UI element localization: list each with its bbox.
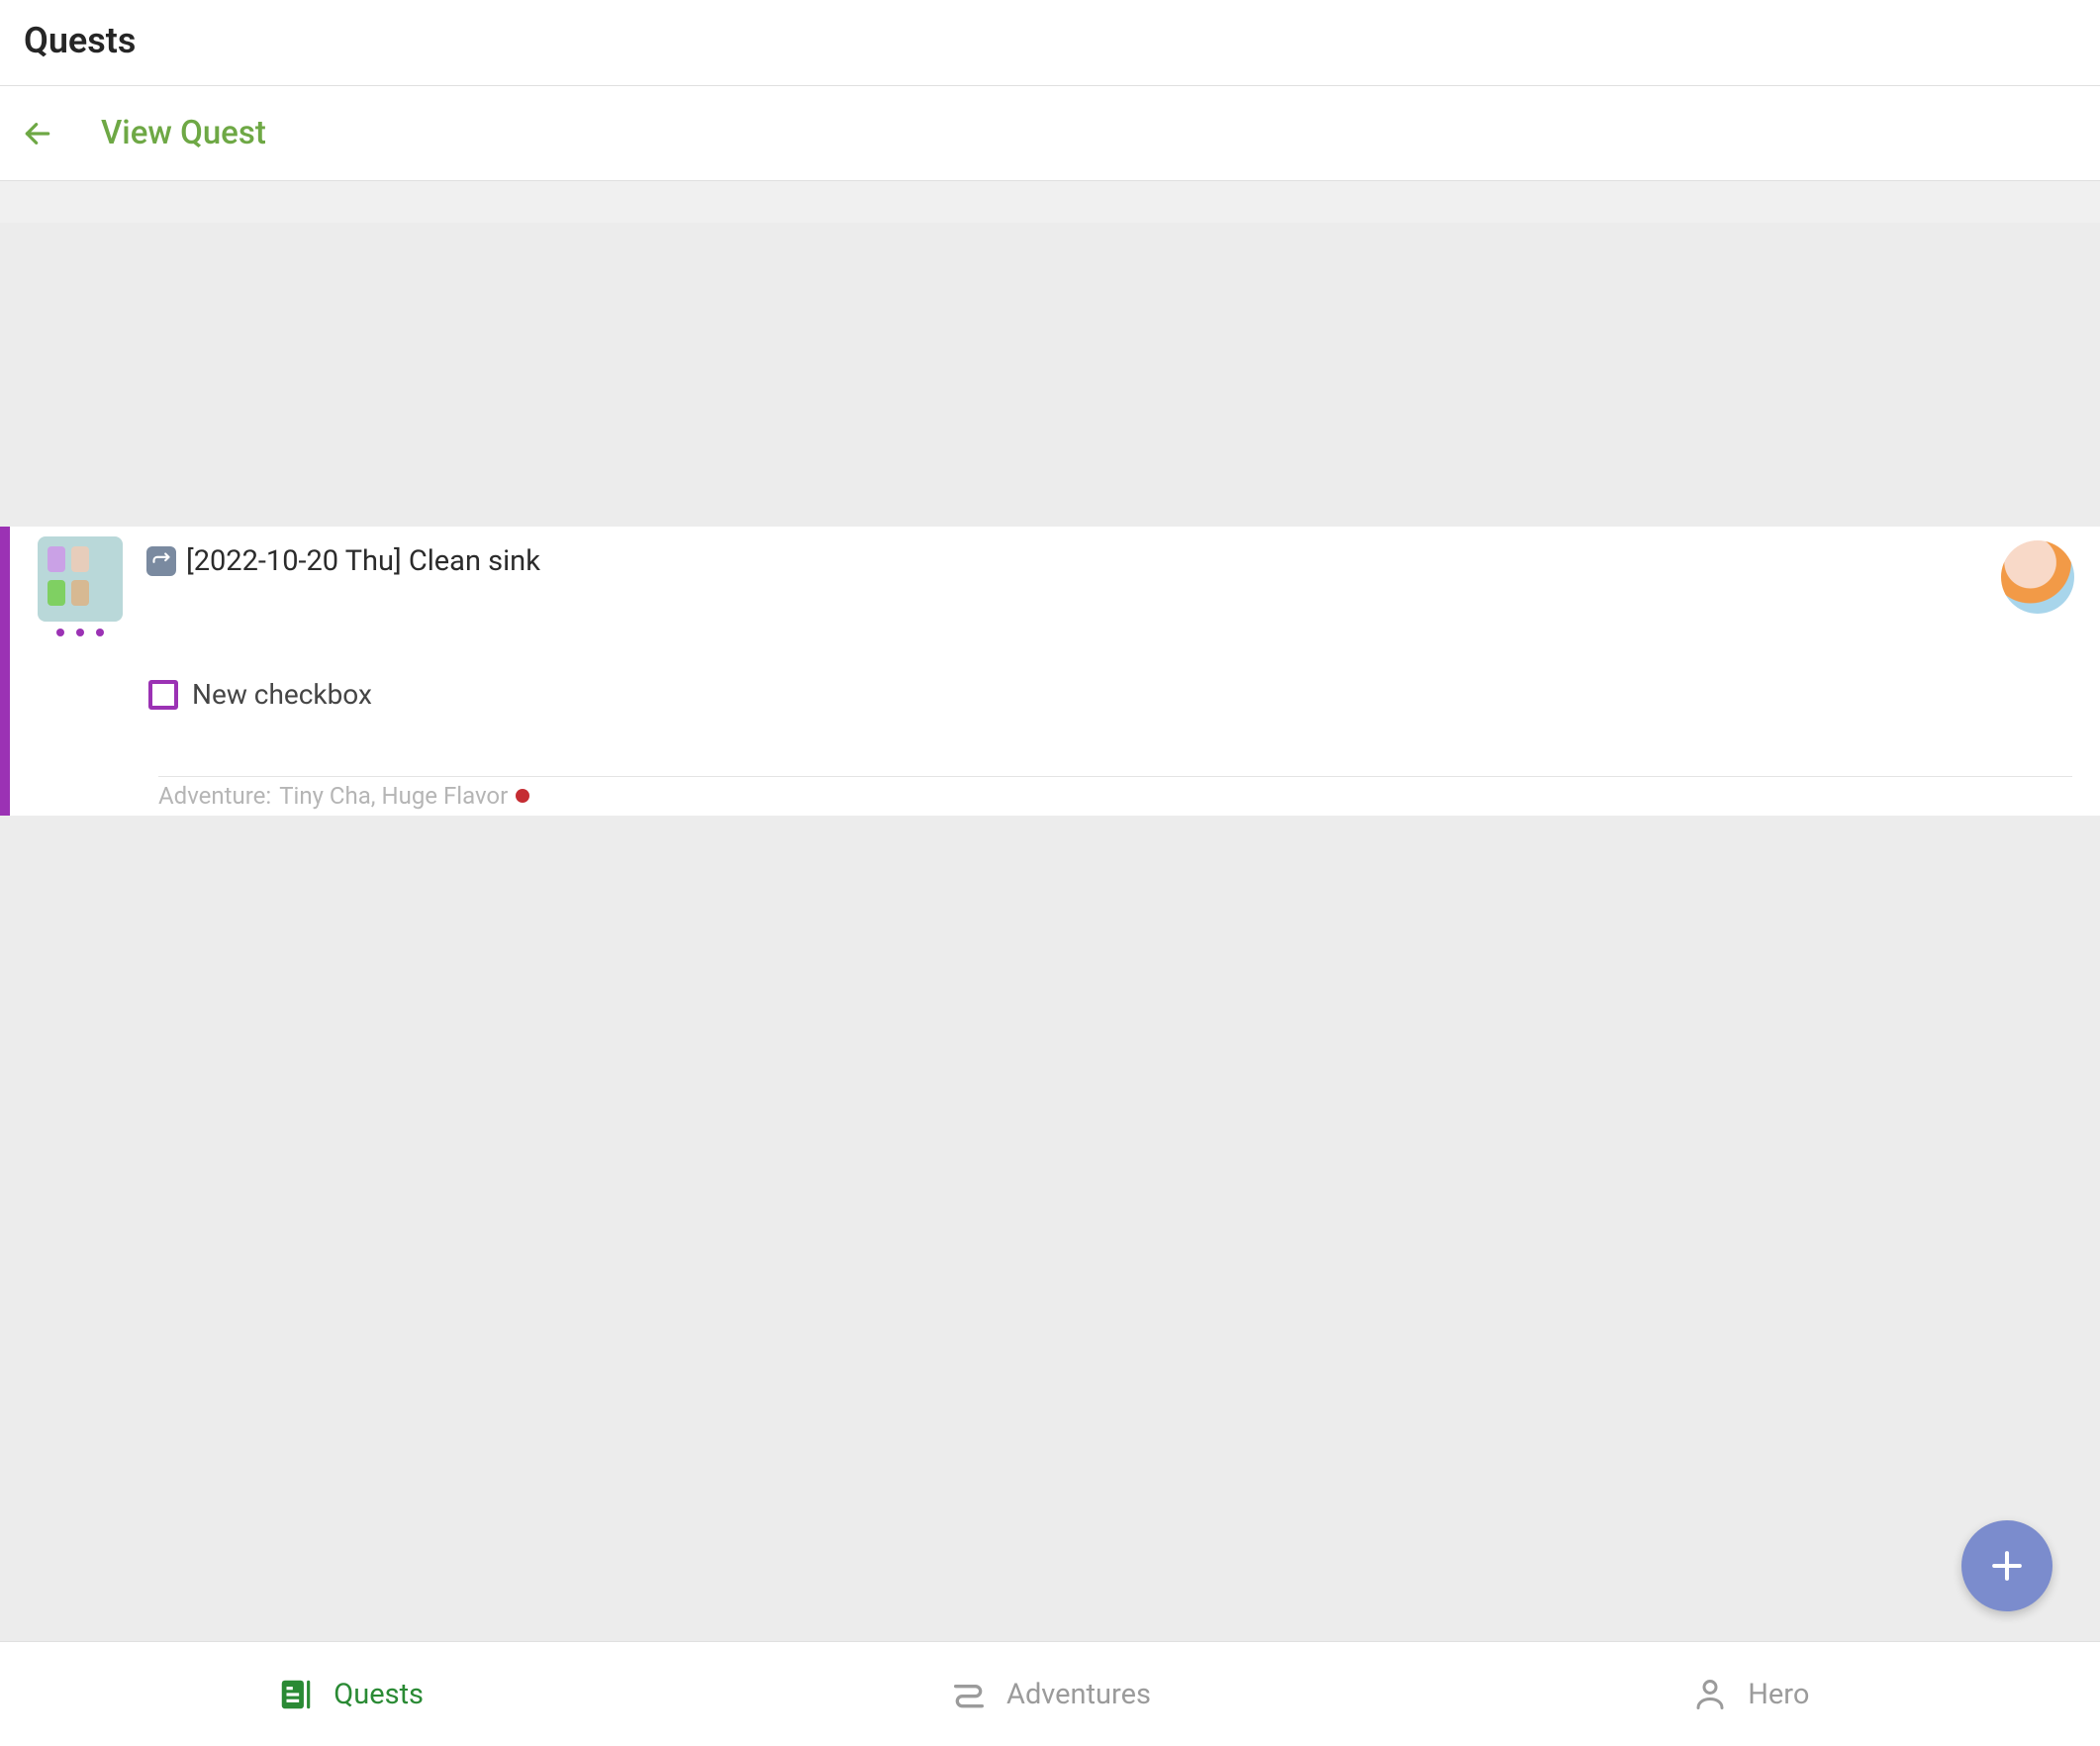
nav-label-hero: Hero [1748,1678,1809,1711]
quest-thumbnail[interactable] [38,536,123,622]
checkbox-row: New checkbox [10,636,2100,711]
divider [158,776,2072,777]
assignee-avatar[interactable] [2001,540,2074,614]
task-checkbox-label: New checkbox [192,678,372,711]
repeat-icon [146,546,176,576]
quest-header: [2022-10-20 Thu] Clean sink [10,527,2100,636]
nav-item-adventures[interactable]: Adventures [700,1642,1399,1746]
adventures-icon [949,1675,989,1714]
page-header: Quests [0,0,2100,86]
subheader: View Quest [0,86,2100,181]
subheader-title: View Quest [101,114,266,152]
nav-item-hero[interactable]: Hero [1400,1642,2100,1746]
bottom-nav: Quests Adventures Hero [0,1641,2100,1746]
nav-label-quests: Quests [334,1678,424,1711]
quest-title-area: [2022-10-20 Thu] Clean sink [123,536,2001,578]
quests-icon [276,1675,316,1714]
content-area: [2022-10-20 Thu] Clean sink New checkbox… [0,223,2100,1641]
nav-label-adventures: Adventures [1006,1678,1151,1711]
add-button[interactable] [1961,1520,2052,1611]
quest-title: [2022-10-20 Thu] Clean sink [186,544,540,578]
adventure-name: Tiny Cha, Huge Flavor [279,782,508,810]
quest-thumb-wrap [38,536,123,636]
adventure-emoji-icon [516,789,529,803]
back-arrow-icon[interactable] [22,118,53,149]
more-dots-icon[interactable] [56,629,104,636]
adventure-prefix: Adventure: [158,782,271,810]
page-title: Quests [24,20,2076,61]
task-checkbox[interactable] [148,680,178,710]
nav-item-quests[interactable]: Quests [0,1642,700,1746]
quest-card[interactable]: [2022-10-20 Thu] Clean sink New checkbox… [0,527,2100,816]
hero-icon [1690,1675,1730,1714]
adventure-line[interactable]: Adventure: Tiny Cha, Huge Flavor [158,782,529,810]
